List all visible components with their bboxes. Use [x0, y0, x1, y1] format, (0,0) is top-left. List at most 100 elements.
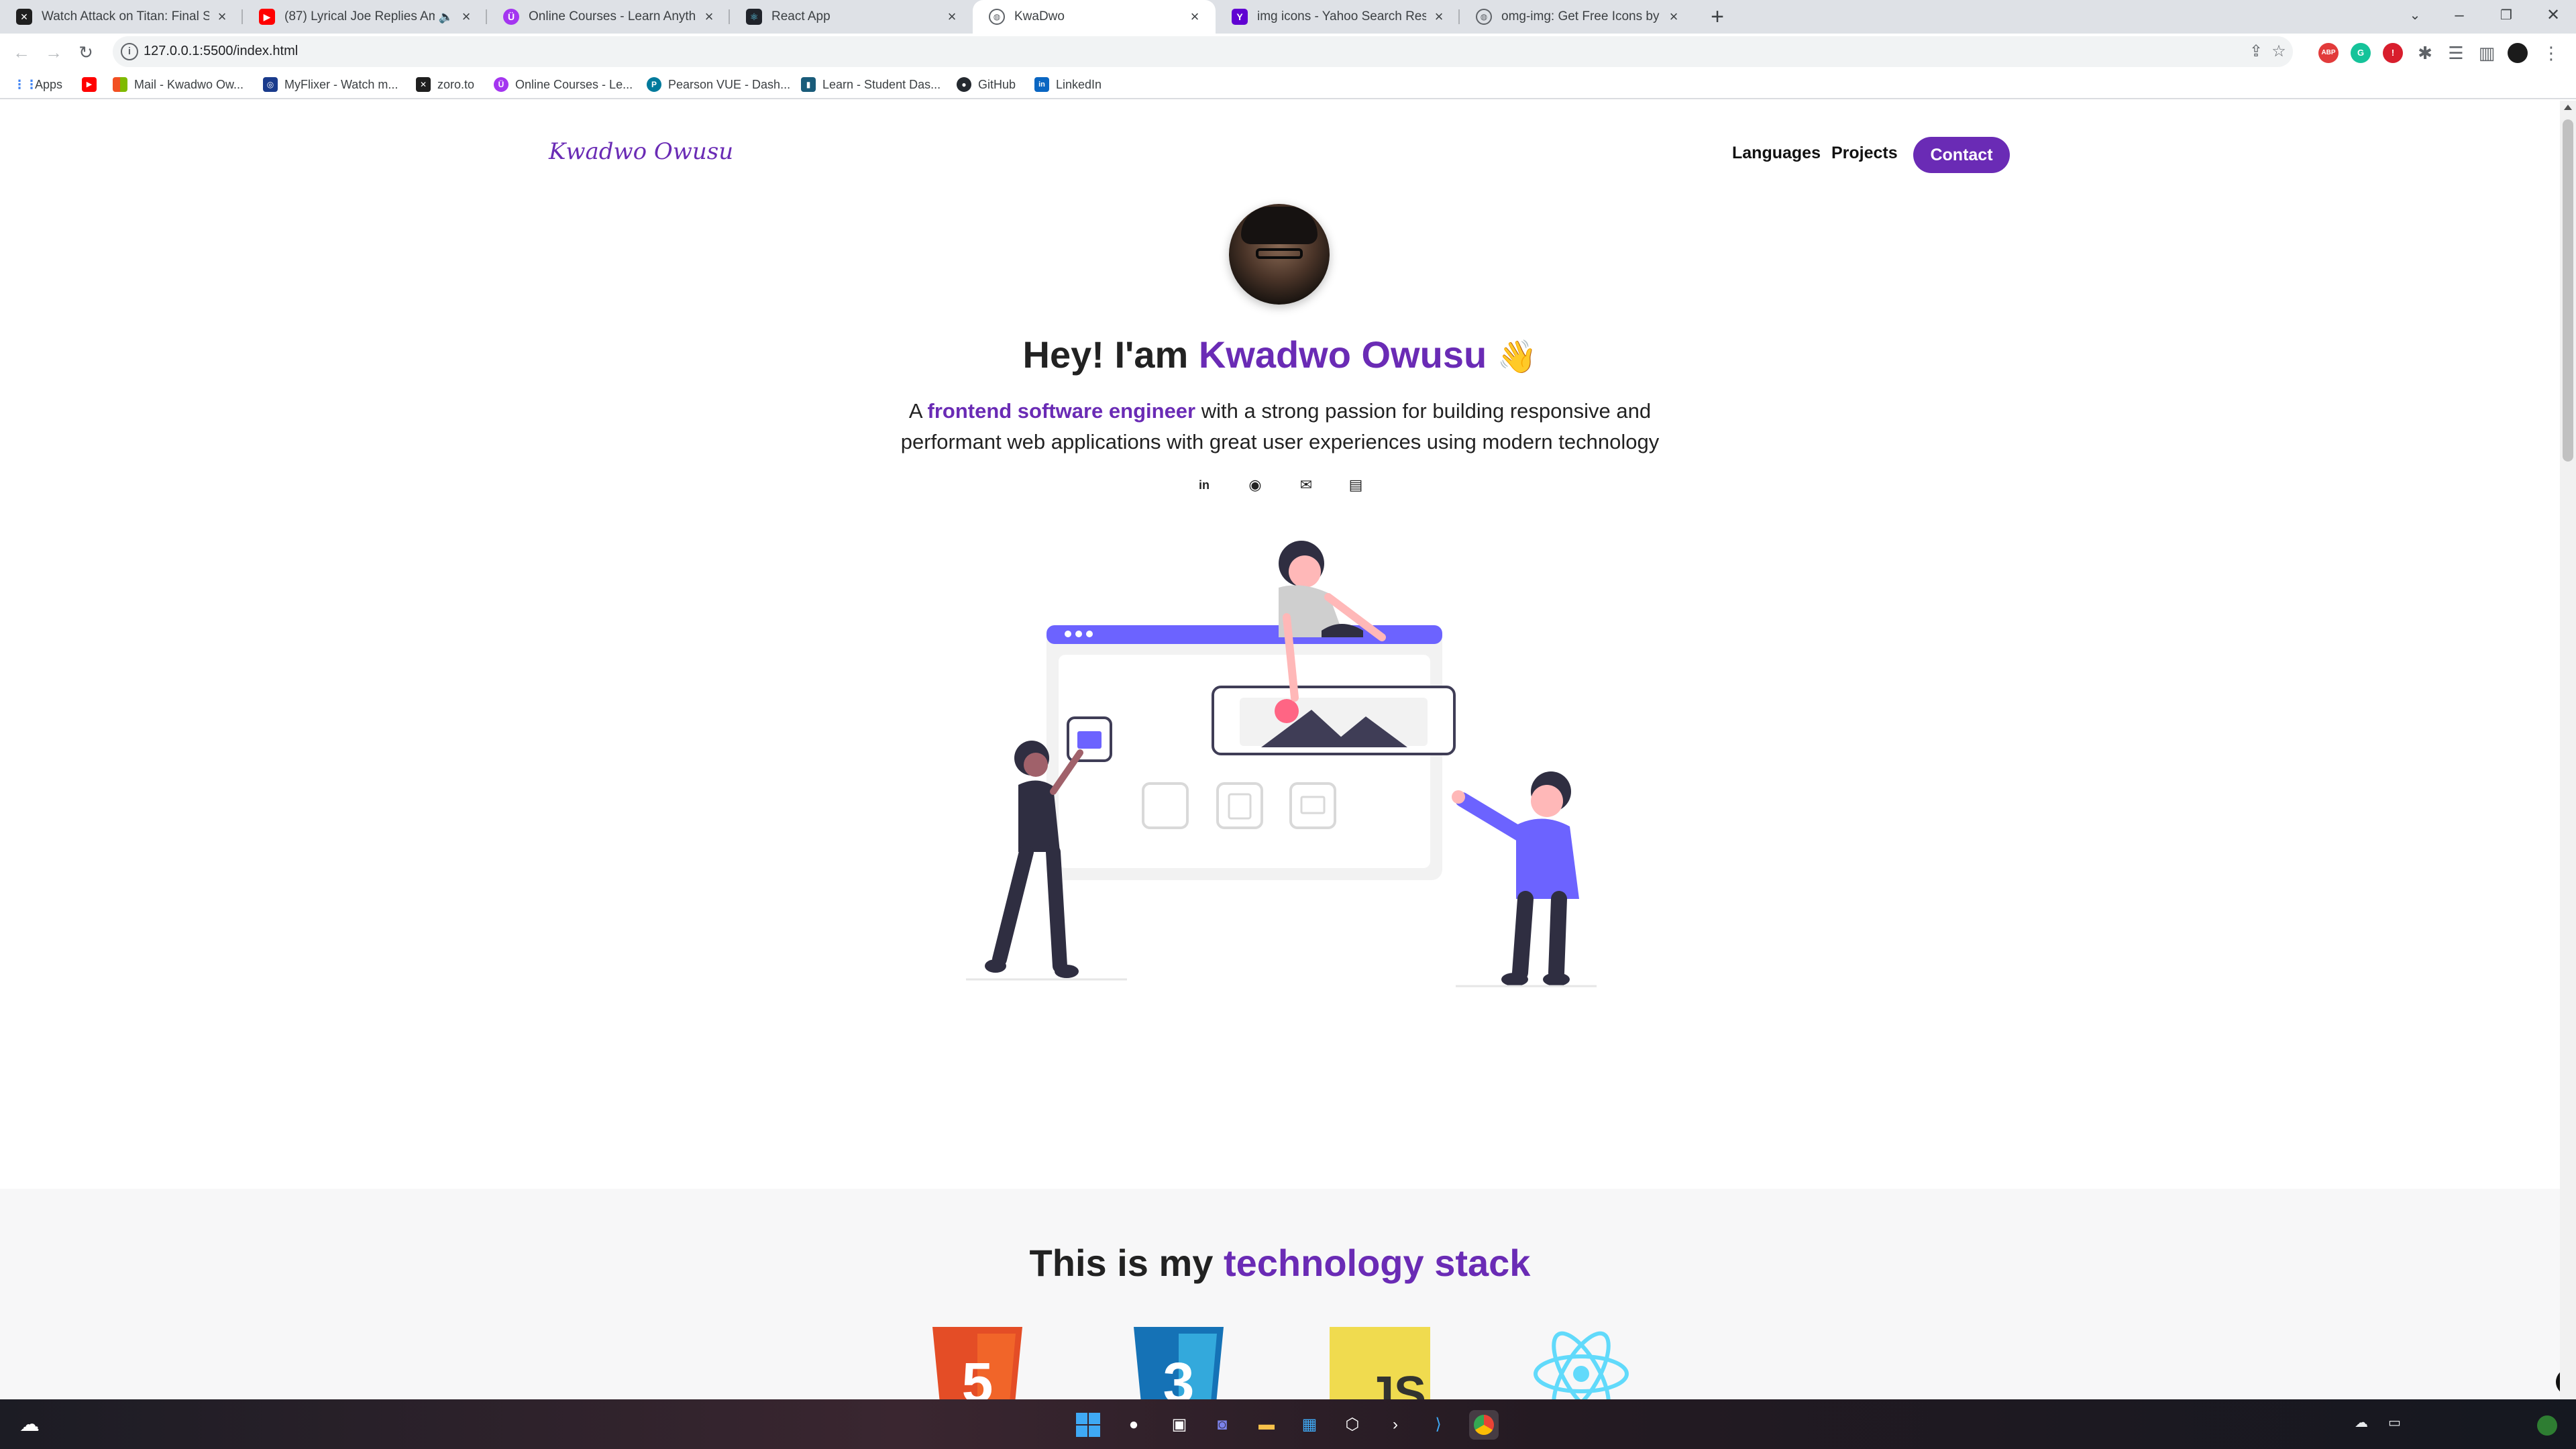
- bookmark-youtube[interactable]: ▶: [82, 75, 103, 94]
- bookmark-star-icon[interactable]: ☆: [2269, 42, 2289, 62]
- chrome-menu-icon[interactable]: ⋮: [2540, 42, 2563, 64]
- microsoft-store-icon[interactable]: ▦: [1295, 1410, 1324, 1440]
- pearson-icon: P: [647, 77, 661, 92]
- tab-react-app[interactable]: ⚛ React App ×: [730, 0, 973, 34]
- windows-start-icon[interactable]: [1073, 1410, 1103, 1440]
- terminal-icon[interactable]: ›: [1381, 1410, 1410, 1440]
- task-view-icon[interactable]: ▣: [1165, 1410, 1194, 1440]
- nav-languages[interactable]: Languages: [1732, 144, 1821, 163]
- reload-button[interactable]: ↻: [72, 39, 99, 66]
- desc-highlight: frontend software engineer: [927, 399, 1196, 423]
- bookmark-label: GitHub: [978, 77, 1016, 91]
- bookmark-github[interactable]: ● GitHub: [957, 75, 1016, 94]
- tab-online-courses[interactable]: Ü Online Courses - Learn Anything, ×: [487, 0, 730, 34]
- youtube-icon: ▶: [259, 9, 275, 25]
- restore-button[interactable]: ❐: [2486, 0, 2526, 34]
- tab-lyrical-joe[interactable]: ▶ (87) Lyrical Joe Replies Ameri 🔈 ×: [243, 0, 487, 34]
- bookmark-label: Pearson VUE - Dash...: [668, 77, 791, 91]
- scroll-up-arrow[interactable]: [2564, 105, 2572, 110]
- notification-badge-icon[interactable]: [2537, 1415, 2557, 1436]
- bookmark-label: Apps: [35, 77, 63, 91]
- file-explorer-icon[interactable]: ▬: [1252, 1410, 1281, 1440]
- forward-button[interactable]: →: [40, 39, 67, 66]
- page-viewport: Kwadwo Owusu Languages Projects Contact …: [0, 101, 2560, 1399]
- hero-illustration: [966, 541, 1597, 987]
- bookmark-udemy[interactable]: Ü Online Courses - Le...: [494, 75, 633, 94]
- profile-avatar-icon[interactable]: [2506, 42, 2529, 64]
- browser-toolbar: ← → ↻ i 127.0.0.1:5500/index.html ⇪ ☆: [0, 34, 2576, 70]
- youtube-icon: ▶: [82, 77, 97, 92]
- close-tab-icon[interactable]: ×: [458, 8, 475, 25]
- linkedin-icon[interactable]: in: [1193, 474, 1216, 496]
- windows-taskbar: ☁ ● ▣ ◙ ▬ ▦ ⬡ › ⟩ ☁ ▭: [0, 1399, 2576, 1449]
- close-tab-icon[interactable]: ×: [1186, 8, 1203, 25]
- bookmark-apps[interactable]: ⋮⋮ Apps: [13, 75, 62, 94]
- bookmark-zoro[interactable]: ✕ zoro.to: [416, 75, 474, 94]
- hero-greeting: Hey! I'am: [1022, 333, 1199, 376]
- nav-projects[interactable]: Projects: [1831, 144, 1898, 163]
- profile-avatar: [1229, 204, 1330, 305]
- tab-attack-on-titan[interactable]: ✕ Watch Attack on Titan: Final Seas ×: [0, 0, 243, 34]
- vscode-icon[interactable]: ⟩: [1424, 1410, 1453, 1440]
- opera-shield-icon[interactable]: !: [2383, 43, 2403, 63]
- close-window-button[interactable]: ✕: [2533, 0, 2573, 34]
- resume-icon[interactable]: ▤: [1344, 474, 1367, 496]
- bookmark-myflixer[interactable]: ◎ MyFlixer - Watch m...: [263, 75, 398, 94]
- github-icon[interactable]: ◉: [1244, 474, 1267, 496]
- close-tab-icon[interactable]: ×: [213, 8, 231, 25]
- react-icon: [1534, 1331, 1629, 1399]
- grammarly-icon[interactable]: G: [2351, 43, 2371, 63]
- tab-title: Online Courses - Learn Anything,: [529, 9, 696, 23]
- url-text[interactable]: 127.0.0.1:5500/index.html: [144, 44, 298, 59]
- back-button[interactable]: ←: [8, 39, 35, 66]
- bookmark-label: Learn - Student Das...: [822, 77, 941, 91]
- network-icon[interactable]: ▭: [2388, 1414, 2401, 1431]
- teams-chat-icon[interactable]: ◙: [1208, 1410, 1237, 1440]
- chrome-taskbar-icon[interactable]: [1469, 1410, 1499, 1440]
- address-bar[interactable]: i 127.0.0.1:5500/index.html ⇪ ☆: [113, 36, 2293, 67]
- bookmark-label: zoro.to: [437, 77, 475, 91]
- wave-icon: 👋: [1497, 339, 1538, 375]
- globe-icon: ◍: [1476, 9, 1492, 25]
- onedrive-icon[interactable]: ☁: [2355, 1414, 2368, 1431]
- close-tab-icon[interactable]: ×: [700, 8, 718, 25]
- react-icon: ⚛: [746, 9, 762, 25]
- adblock-icon[interactable]: ABP: [2318, 43, 2339, 63]
- bookmark-mail[interactable]: Mail - Kwadwo Ow...: [113, 75, 244, 94]
- audio-playing-icon[interactable]: 🔈: [439, 10, 453, 24]
- tab-yahoo-search[interactable]: Y img icons - Yahoo Search Results ×: [1216, 0, 1460, 34]
- bookmark-linkedin[interactable]: in LinkedIn: [1034, 75, 1102, 94]
- stack-title-highlight: technology stack: [1223, 1242, 1531, 1284]
- contact-button[interactable]: Contact: [1913, 137, 2010, 173]
- bookmark-label: Mail - Kwadwo Ow...: [134, 77, 244, 91]
- udemy-icon: Ü: [494, 77, 508, 92]
- css3-icon: 3: [1134, 1327, 1224, 1399]
- tab-omg-img[interactable]: ◍ omg-img: Get Free Icons by Writ ×: [1460, 0, 1695, 34]
- stack-title-prefix: This is my: [1029, 1242, 1224, 1284]
- close-tab-icon[interactable]: ×: [943, 8, 961, 25]
- desc-prefix: A: [908, 399, 928, 423]
- close-tab-icon[interactable]: ×: [1665, 8, 1682, 25]
- weather-cloud-icon[interactable]: ☁: [15, 1410, 44, 1440]
- site-logo[interactable]: Kwadwo Owusu: [549, 138, 733, 165]
- scrollbar-thumb[interactable]: [2563, 119, 2573, 462]
- reading-list-icon[interactable]: ☰: [2445, 42, 2467, 64]
- tab-title: (87) Lyrical Joe Replies Ameri: [284, 9, 435, 23]
- new-tab-button[interactable]: +: [1704, 4, 1731, 30]
- page-scrollbar[interactable]: [2560, 101, 2576, 1399]
- unity-icon[interactable]: ⬡: [1338, 1410, 1367, 1440]
- bookmark-learn[interactable]: ▮ Learn - Student Das...: [801, 75, 941, 94]
- side-panel-icon[interactable]: ▥: [2475, 42, 2498, 64]
- site-info-icon[interactable]: i: [121, 43, 138, 60]
- yahoo-icon: Y: [1232, 9, 1248, 25]
- share-icon[interactable]: ⇪: [2246, 42, 2266, 62]
- close-tab-icon[interactable]: ×: [1430, 8, 1448, 25]
- bookmark-pearson[interactable]: P Pearson VUE - Dash...: [647, 75, 790, 94]
- email-icon[interactable]: ✉: [1295, 474, 1318, 496]
- bookmarks-bar: ⋮⋮ Apps ▶ Mail - Kwadwo Ow... ◎ MyFlixer…: [0, 70, 2576, 99]
- tab-search-icon[interactable]: ⌄: [2395, 0, 2435, 34]
- minimize-button[interactable]: –: [2439, 0, 2479, 34]
- search-icon[interactable]: ●: [1119, 1410, 1148, 1440]
- tab-kwadwo[interactable]: ◍ KwaDwo ×: [973, 0, 1216, 34]
- extensions-puzzle-icon[interactable]: ✱: [2414, 42, 2436, 64]
